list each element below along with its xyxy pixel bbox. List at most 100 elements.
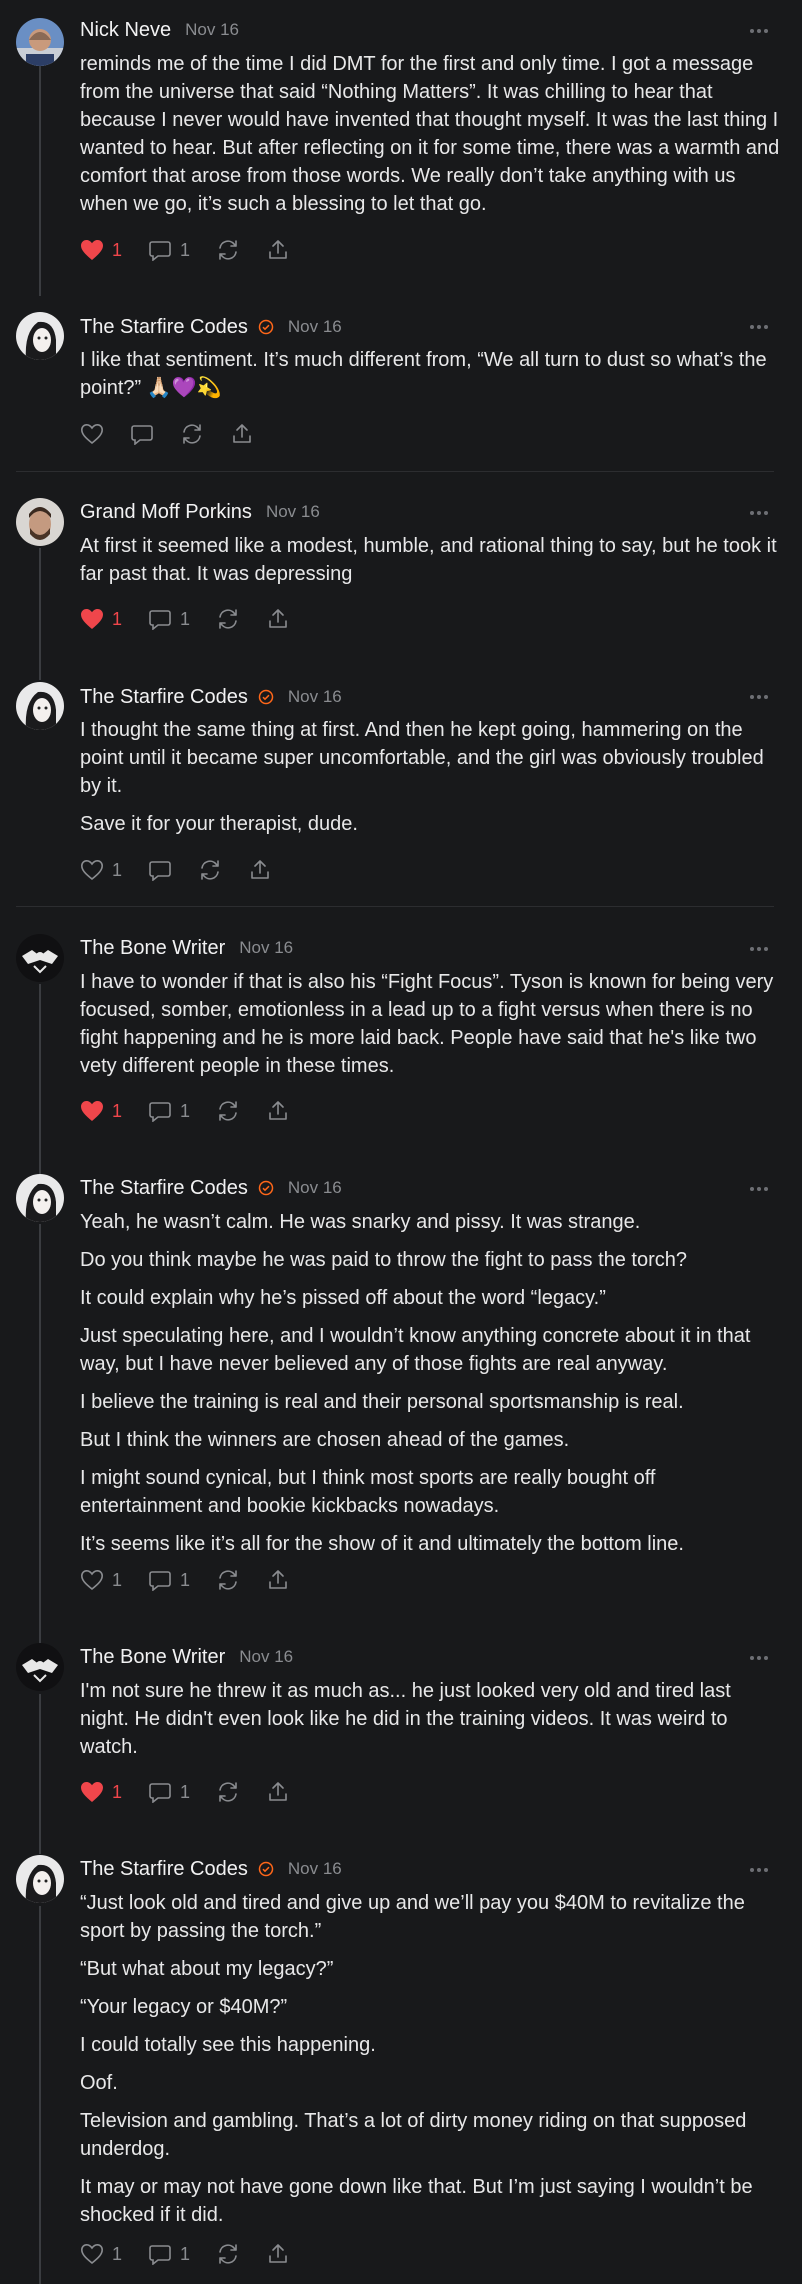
- comment-paragraph: Just speculating here, and I wouldn’t kn…: [80, 1325, 751, 1375]
- more-options-icon[interactable]: [750, 26, 772, 36]
- author-name[interactable]: The Starfire Codes: [80, 316, 248, 339]
- comment-actions: [80, 420, 280, 448]
- comment-paragraph: But I think the winners are chosen ahead…: [80, 1429, 570, 1451]
- restack-button[interactable]: [216, 2242, 240, 2266]
- share-button[interactable]: [266, 1099, 290, 1123]
- thread-line: [39, 548, 41, 680]
- like-button[interactable]: 1: [80, 1781, 122, 1803]
- comment-paragraph: reminds me of the time I did DMT for the…: [80, 53, 780, 215]
- comment-paragraph: Yeah, he wasn’t calm. He was snarky and …: [80, 1211, 641, 1233]
- post-date[interactable]: Nov 16: [288, 687, 342, 707]
- restack-button[interactable]: [216, 1099, 240, 1123]
- heart-filled-icon: [81, 1101, 103, 1121]
- comment-paragraph: I believe the training is real and their…: [80, 1391, 684, 1413]
- more-options-icon[interactable]: [750, 1865, 772, 1875]
- post-date[interactable]: Nov 16: [288, 317, 342, 337]
- post-date[interactable]: Nov 16: [288, 1859, 342, 1879]
- verified-badge-icon: [258, 1861, 274, 1877]
- reply-button[interactable]: [148, 859, 172, 881]
- more-options-icon[interactable]: [750, 1184, 772, 1194]
- reply-button[interactable]: 1: [148, 608, 190, 630]
- post-date[interactable]: Nov 16: [266, 502, 320, 522]
- author-name[interactable]: The Bone Writer: [80, 1646, 225, 1669]
- like-count: 1: [112, 608, 123, 629]
- avatar[interactable]: [16, 682, 64, 730]
- restack-button[interactable]: [216, 1780, 240, 1804]
- comment-icon: [149, 1102, 171, 1122]
- author-name[interactable]: The Starfire Codes: [80, 1177, 248, 1200]
- author-name[interactable]: Nick Neve: [80, 19, 171, 42]
- share-button[interactable]: [266, 2242, 290, 2266]
- share-button[interactable]: [248, 858, 272, 882]
- restack-button[interactable]: [180, 422, 204, 446]
- author-name[interactable]: Grand Moff Porkins: [80, 501, 252, 524]
- like-count: 1: [112, 1569, 123, 1590]
- comment-count: 1: [180, 2243, 191, 2264]
- more-options-icon[interactable]: [750, 944, 772, 954]
- author-name[interactable]: The Starfire Codes: [80, 1858, 248, 1881]
- share-icon: [269, 1570, 287, 1589]
- post-date[interactable]: Nov 16: [185, 20, 239, 40]
- reply-button[interactable]: 1: [148, 239, 190, 261]
- post-date[interactable]: Nov 16: [239, 938, 293, 958]
- like-button[interactable]: 1: [80, 608, 122, 630]
- more-options-icon[interactable]: [750, 1653, 772, 1663]
- comment-paragraph: It may or may not have gone down like th…: [80, 2176, 753, 2226]
- reply-button[interactable]: 1: [148, 2243, 190, 2265]
- avatar[interactable]: [16, 18, 64, 66]
- avatar[interactable]: [16, 1174, 64, 1222]
- author-name[interactable]: The Starfire Codes: [80, 686, 248, 709]
- like-button[interactable]: 1: [80, 859, 122, 881]
- like-button[interactable]: 1: [80, 1569, 122, 1591]
- share-button[interactable]: [266, 1568, 290, 1592]
- comment-count: 1: [180, 608, 191, 629]
- like-button[interactable]: [80, 423, 104, 445]
- share-icon: [251, 860, 269, 879]
- like-count: 1: [112, 1100, 123, 1121]
- avatar[interactable]: [16, 312, 64, 360]
- share-button[interactable]: [266, 1780, 290, 1804]
- restack-button[interactable]: [198, 858, 222, 882]
- like-count: 1: [112, 239, 123, 260]
- like-count: 1: [112, 859, 123, 880]
- avatar[interactable]: [16, 1643, 64, 1691]
- like-button[interactable]: 1: [80, 2243, 122, 2265]
- reply-button[interactable]: 1: [148, 1569, 190, 1591]
- like-button[interactable]: 1: [80, 239, 122, 261]
- like-button[interactable]: 1: [80, 1100, 122, 1122]
- heart-icon: [80, 2243, 104, 2265]
- post-date[interactable]: Nov 16: [288, 1178, 342, 1198]
- comment-actions: 1: [80, 856, 298, 884]
- comment-paragraph: Television and gambling. That’s a lot of…: [80, 2110, 747, 2160]
- heart-filled-icon: [81, 609, 103, 629]
- comment-paragraph: “Your legacy or $40M?”: [80, 1996, 288, 2018]
- comment-paragraph: Save it for your therapist, dude.: [80, 813, 358, 835]
- comment-count: 1: [180, 1100, 191, 1121]
- share-button[interactable]: [230, 422, 254, 446]
- avatar[interactable]: [16, 1855, 64, 1903]
- more-options-icon[interactable]: [750, 508, 772, 518]
- reply-button[interactable]: 1: [148, 1100, 190, 1122]
- avatar[interactable]: [16, 498, 64, 546]
- restack-button[interactable]: [216, 1568, 240, 1592]
- more-options-icon[interactable]: [750, 322, 772, 332]
- author-name[interactable]: The Bone Writer: [80, 937, 225, 960]
- restack-button[interactable]: [216, 607, 240, 631]
- share-icon: [269, 609, 287, 628]
- restack-button[interactable]: [216, 238, 240, 262]
- reply-button[interactable]: [130, 423, 154, 445]
- restack-icon: [201, 860, 219, 880]
- comment-icon: [149, 241, 171, 261]
- restack-icon: [219, 609, 237, 629]
- share-button[interactable]: [266, 607, 290, 631]
- post-date[interactable]: Nov 16: [239, 1647, 293, 1667]
- more-options-icon[interactable]: [750, 692, 772, 702]
- verified-badge-icon: [258, 319, 274, 335]
- comment-body: Yeah, he wasn’t calm. He was snarky and …: [80, 1208, 780, 1568]
- heart-filled-icon: [81, 1782, 103, 1802]
- share-button[interactable]: [266, 238, 290, 262]
- comment-actions: 1 1: [80, 605, 316, 633]
- thread-line: [39, 984, 41, 1174]
- avatar[interactable]: [16, 934, 64, 982]
- reply-button[interactable]: 1: [148, 1781, 190, 1803]
